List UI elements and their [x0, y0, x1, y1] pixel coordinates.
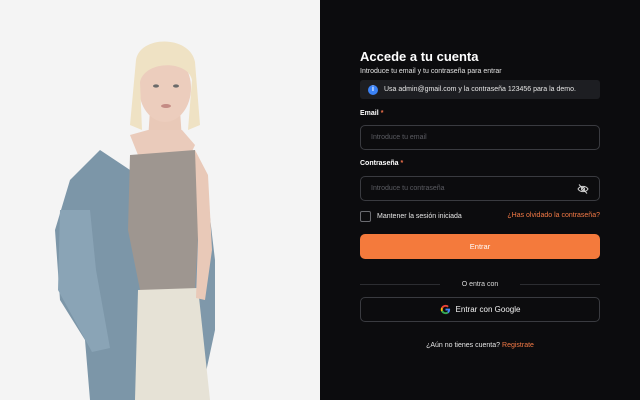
google-icon [440, 304, 450, 315]
notice-text: Usa admin@gmail.com y la contraseña 1234… [384, 86, 576, 93]
password-placeholder: Introduce tu contraseña [371, 185, 445, 192]
remember-checkbox[interactable] [360, 211, 371, 222]
signup-prompt: ¿Aún no tienes cuenta? Registrate [426, 342, 534, 349]
remember-me[interactable]: Mantener la sesión iniciada [360, 211, 462, 222]
hero-photo [0, 0, 320, 400]
model-illustration [55, 41, 215, 400]
page-subtitle: Introduce tu email y tu contraseña para … [360, 68, 502, 75]
demo-credentials-notice: i Usa admin@gmail.com y la contraseña 12… [360, 80, 600, 99]
page-title: Accede a tu cuenta [360, 49, 479, 64]
google-button-label: Entrar con Google [455, 305, 521, 314]
divider-text: O entra con [461, 280, 499, 288]
password-field[interactable]: Introduce tu contraseña [360, 176, 600, 201]
signup-link[interactable]: Registrate [502, 342, 534, 349]
email-field[interactable]: Introduce tu email [360, 125, 600, 150]
submit-button[interactable]: Entrar [360, 234, 600, 259]
login-panel: Accede a tu cuenta Introduce tu email y … [320, 0, 640, 400]
divider: O entra con [360, 279, 601, 289]
forgot-password-link[interactable]: ¿Has olvidado la contraseña? [507, 212, 600, 219]
eye-off-icon[interactable] [577, 184, 589, 194]
info-icon: i [368, 84, 378, 95]
email-placeholder: Introduce tu email [371, 134, 427, 141]
remember-label: Mantener la sesión iniciada [377, 213, 462, 220]
google-signin-button[interactable]: Entrar con Google [360, 297, 600, 322]
password-label: Contraseña * [360, 160, 404, 167]
email-label: Email * [360, 110, 384, 117]
